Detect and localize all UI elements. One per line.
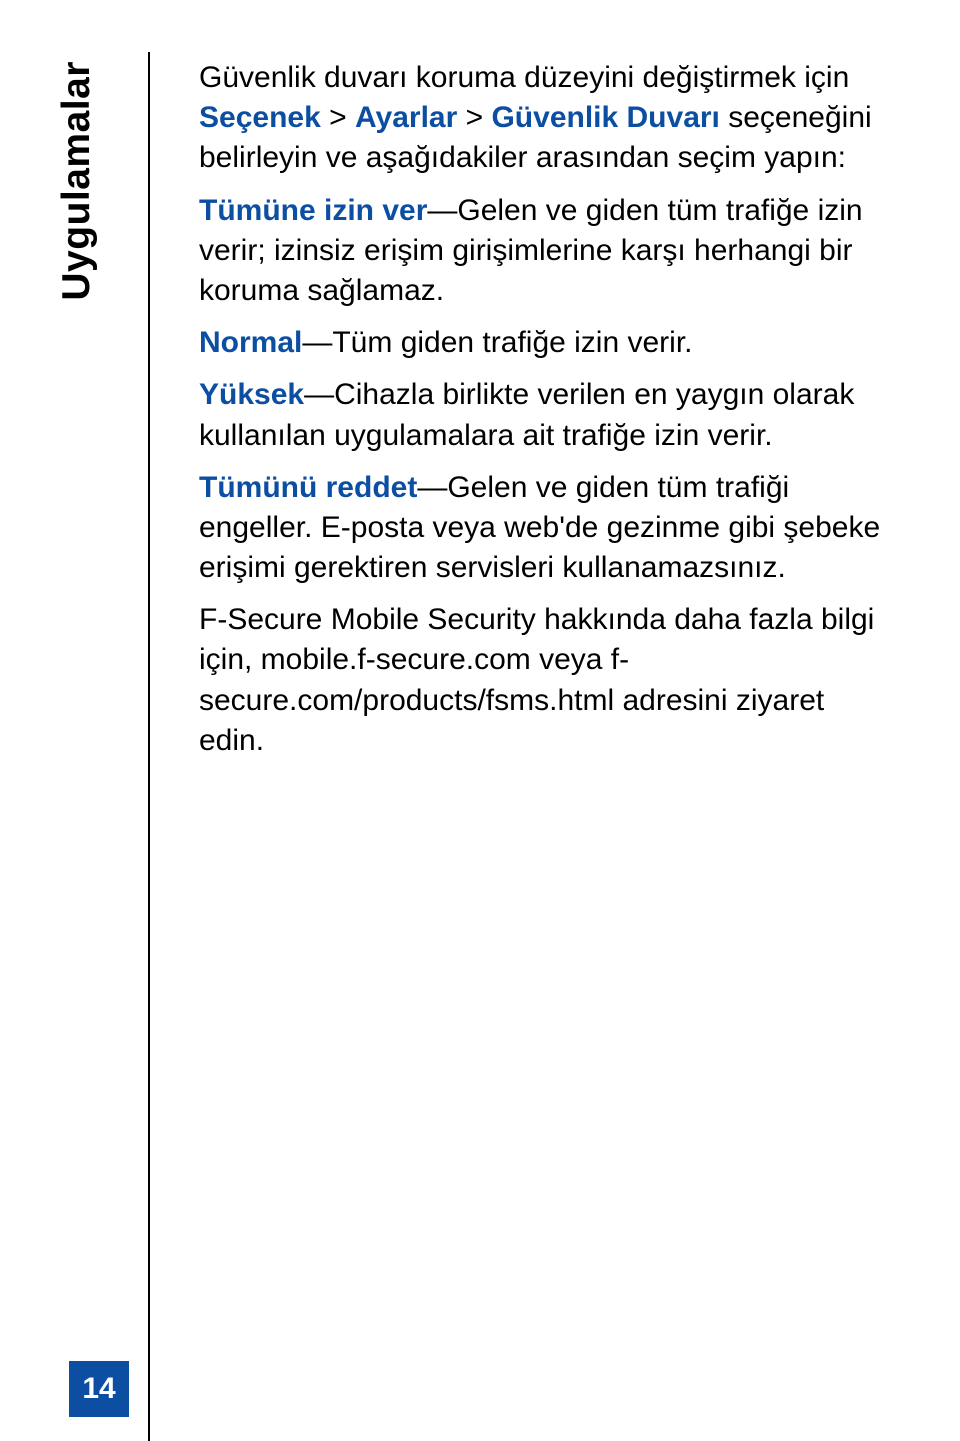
menu-option-secenek: Seçenek bbox=[199, 101, 321, 134]
paragraph-more-info: F-Secure Mobile Security hakkında daha f… bbox=[199, 600, 889, 761]
text: Güvenlik duvarı koruma düzeyini değiştir… bbox=[199, 61, 849, 94]
document-page: Uygulamalar Güvenlik duvarı koruma düzey… bbox=[0, 0, 960, 1441]
option-yuksek: Yüksek—Cihazla birlikte verilen en yaygı… bbox=[199, 375, 889, 455]
option-normal: Normal—Tüm giden trafiğe izin verir. bbox=[199, 323, 889, 363]
option-tumunu-reddet: Tümünü reddet—Gelen ve giden tüm trafiği… bbox=[199, 468, 889, 589]
paragraph-intro: Güvenlik duvarı koruma düzeyini değiştir… bbox=[199, 58, 889, 179]
option-term: Tümünü reddet bbox=[199, 471, 417, 504]
body-text: Güvenlik duvarı koruma düzeyini değiştir… bbox=[199, 58, 889, 773]
page-number-badge: 14 bbox=[69, 1361, 129, 1417]
option-term: Yüksek bbox=[199, 378, 304, 411]
option-tumune-izin-ver: Tümüne izin ver—Gelen ve giden tüm trafi… bbox=[199, 191, 889, 312]
section-tab-label: Uygulamalar bbox=[55, 61, 99, 301]
text: > bbox=[457, 101, 491, 134]
text: > bbox=[321, 101, 355, 134]
option-desc: —Tüm giden trafiğe izin verir. bbox=[302, 326, 692, 359]
vertical-rule bbox=[148, 52, 150, 1441]
menu-option-ayarlar: Ayarlar bbox=[355, 101, 457, 134]
menu-option-guvenlik-duvari: Güvenlik Duvarı bbox=[491, 101, 719, 134]
option-term: Normal bbox=[199, 326, 302, 359]
option-term: Tümüne izin ver bbox=[199, 194, 427, 227]
